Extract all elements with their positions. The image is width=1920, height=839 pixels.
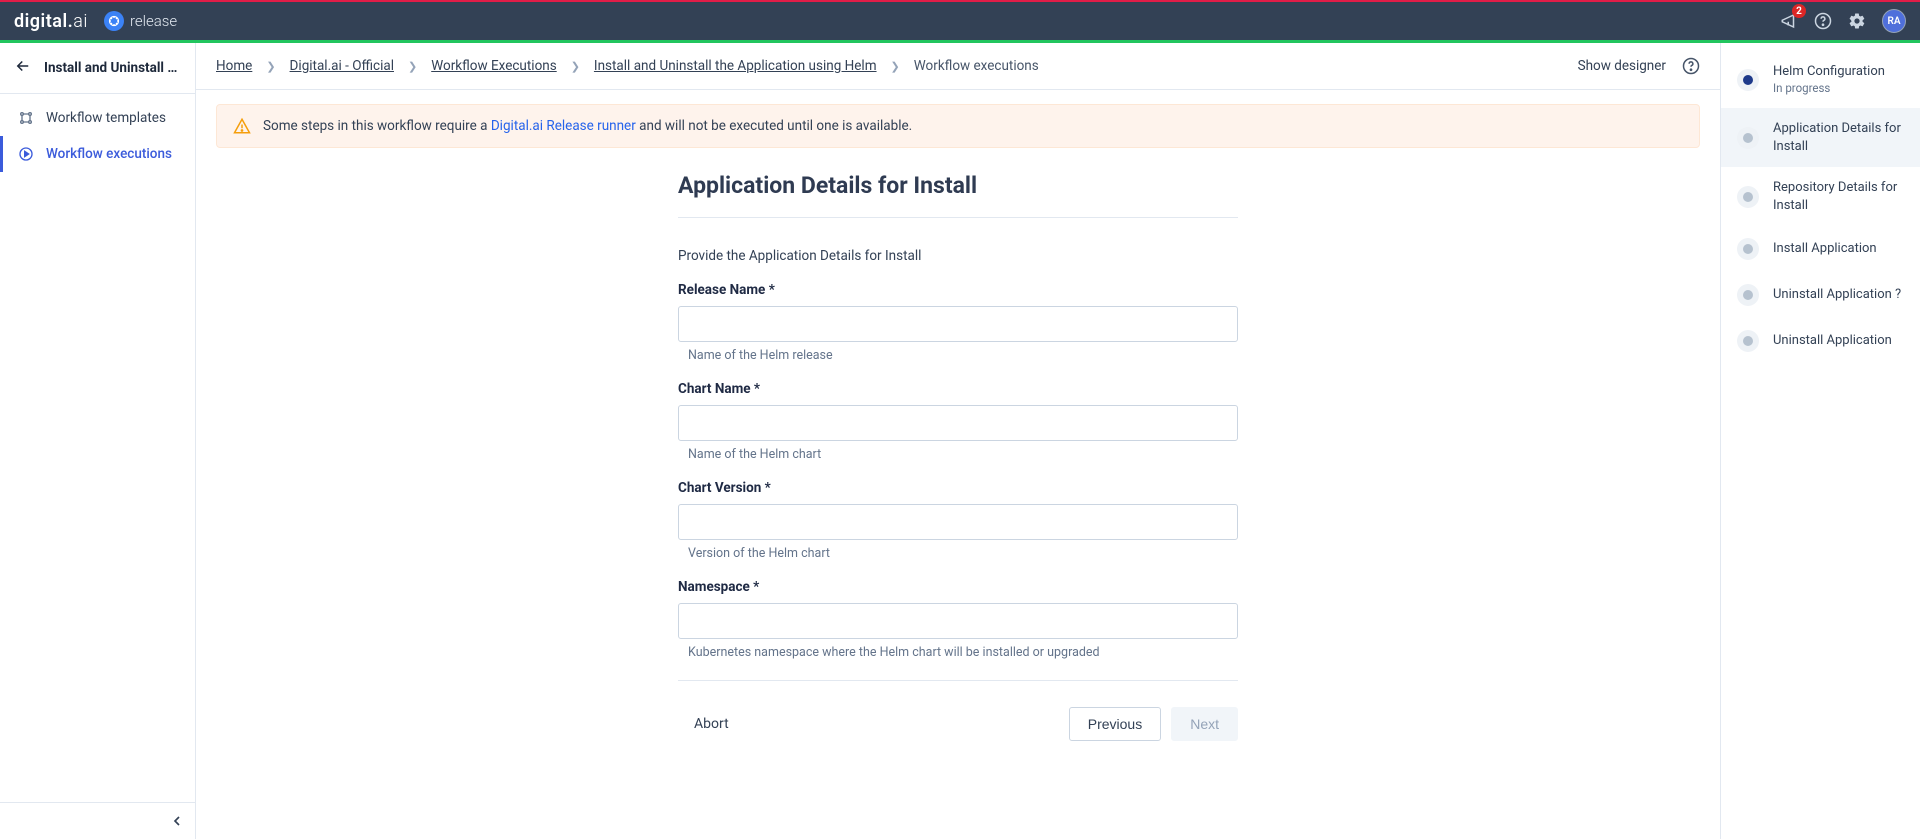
step-label: Uninstall Application ? bbox=[1773, 286, 1901, 304]
form-description: Provide the Application Details for Inst… bbox=[678, 248, 1238, 264]
previous-button[interactable]: Previous bbox=[1069, 707, 1161, 741]
field-label: Namespace * bbox=[678, 579, 1238, 595]
field-chart-version: Chart Version * Version of the Helm char… bbox=[678, 480, 1238, 561]
field-help: Name of the Helm release bbox=[678, 348, 1238, 363]
announcement-icon[interactable]: 2 bbox=[1780, 12, 1798, 30]
help-icon[interactable] bbox=[1814, 12, 1832, 30]
alert-text: Some steps in this workflow require a Di… bbox=[263, 118, 912, 134]
runner-alert: Some steps in this workflow require a Di… bbox=[216, 104, 1700, 148]
sidebar: Install and Uninstall th… Workflow templ… bbox=[0, 43, 196, 839]
steps-panel: Helm Configuration In progress Applicati… bbox=[1720, 43, 1920, 839]
step-dot-icon bbox=[1737, 186, 1759, 208]
sidebar-item-templates[interactable]: Workflow templates bbox=[0, 100, 195, 136]
product-chip: release bbox=[104, 11, 177, 31]
step-label: Helm Configuration In progress bbox=[1773, 63, 1885, 96]
chart-name-input[interactable] bbox=[678, 405, 1238, 441]
step-label: Repository Details for Install bbox=[1773, 179, 1904, 214]
step-dot-icon bbox=[1737, 284, 1759, 306]
topbar-actions: 2 RA bbox=[1780, 9, 1906, 33]
step-title: Helm Configuration bbox=[1773, 63, 1885, 81]
breadcrumb-official[interactable]: Digital.ai - Official bbox=[290, 58, 394, 74]
breadcrumb-workflow-exec[interactable]: Workflow Executions bbox=[431, 58, 556, 74]
field-label: Release Name * bbox=[678, 282, 1238, 298]
runner-link[interactable]: Digital.ai Release runner bbox=[491, 118, 636, 134]
warning-icon bbox=[233, 117, 251, 135]
alert-prefix: Some steps in this workflow require a bbox=[263, 118, 491, 134]
product-label: release bbox=[130, 12, 177, 30]
field-namespace: Namespace * Kubernetes namespace where t… bbox=[678, 579, 1238, 660]
product-icon bbox=[104, 11, 124, 31]
step-dot-icon bbox=[1737, 238, 1759, 260]
sidebar-item-label: Workflow templates bbox=[46, 110, 166, 126]
brand-text: digital.ai bbox=[14, 11, 88, 32]
field-label: Chart Name * bbox=[678, 381, 1238, 397]
step-dot-icon bbox=[1737, 69, 1759, 91]
step-app-details[interactable]: Application Details for Install bbox=[1721, 108, 1920, 167]
field-label: Chart Version * bbox=[678, 480, 1238, 496]
sidebar-collapse[interactable] bbox=[0, 802, 195, 839]
breadcrumb: Home ❯ Digital.ai - Official ❯ Workflow … bbox=[216, 58, 1039, 74]
namespace-input[interactable] bbox=[678, 603, 1238, 639]
templates-icon bbox=[18, 110, 34, 126]
chevron-left-icon bbox=[169, 813, 185, 829]
chevron-right-icon: ❯ bbox=[891, 60, 900, 73]
sidebar-item-executions[interactable]: Workflow executions bbox=[0, 136, 195, 172]
form-footer: Abort Previous Next bbox=[678, 680, 1238, 741]
show-designer-link[interactable]: Show designer bbox=[1578, 58, 1666, 74]
chevron-right-icon: ❯ bbox=[266, 60, 275, 73]
sidebar-title: Install and Uninstall th… bbox=[44, 60, 181, 76]
back-arrow-icon[interactable] bbox=[14, 57, 32, 79]
settings-icon[interactable] bbox=[1848, 12, 1866, 30]
chevron-right-icon: ❯ bbox=[408, 60, 417, 73]
abort-link[interactable]: Abort bbox=[678, 716, 729, 732]
step-install-app[interactable]: Install Application bbox=[1721, 226, 1920, 272]
next-button: Next bbox=[1171, 707, 1238, 741]
form-title: Application Details for Install bbox=[678, 172, 1238, 218]
step-helm-config[interactable]: Helm Configuration In progress bbox=[1721, 51, 1920, 108]
field-chart-name: Chart Name * Name of the Helm chart bbox=[678, 381, 1238, 462]
brand-logo: digital.ai bbox=[14, 11, 88, 32]
breadcrumb-home[interactable]: Home bbox=[216, 58, 252, 74]
step-dot-icon bbox=[1737, 330, 1759, 352]
release-name-input[interactable] bbox=[678, 306, 1238, 342]
sidebar-item-label: Workflow executions bbox=[46, 146, 172, 162]
step-repo-details[interactable]: Repository Details for Install bbox=[1721, 167, 1920, 226]
step-uninstall-q[interactable]: Uninstall Application ? bbox=[1721, 272, 1920, 318]
context-help-icon[interactable] bbox=[1682, 57, 1700, 75]
step-sub: In progress bbox=[1773, 81, 1885, 97]
user-avatar[interactable]: RA bbox=[1882, 9, 1906, 33]
breadcrumb-row: Home ❯ Digital.ai - Official ❯ Workflow … bbox=[196, 43, 1720, 90]
chevron-right-icon: ❯ bbox=[571, 60, 580, 73]
field-help: Version of the Helm chart bbox=[678, 546, 1238, 561]
step-label: Uninstall Application bbox=[1773, 332, 1892, 350]
step-dot-icon bbox=[1737, 127, 1759, 149]
step-uninstall-app[interactable]: Uninstall Application bbox=[1721, 318, 1920, 364]
breadcrumb-install-uninstall[interactable]: Install and Uninstall the Application us… bbox=[594, 58, 877, 74]
brand-block: digital.ai release bbox=[14, 11, 177, 32]
executions-icon bbox=[18, 146, 34, 162]
chart-version-input[interactable] bbox=[678, 504, 1238, 540]
field-help: Kubernetes namespace where the Helm char… bbox=[678, 645, 1238, 660]
notification-badge: 2 bbox=[1792, 4, 1806, 18]
field-release-name: Release Name * Name of the Helm release bbox=[678, 282, 1238, 363]
step-label: Application Details for Install bbox=[1773, 120, 1904, 155]
step-label: Install Application bbox=[1773, 240, 1877, 258]
sidebar-header: Install and Uninstall th… bbox=[0, 43, 195, 94]
breadcrumb-current: Workflow executions bbox=[914, 58, 1039, 74]
top-bar: digital.ai release 2 RA bbox=[0, 0, 1920, 40]
field-help: Name of the Helm chart bbox=[678, 447, 1238, 462]
alert-suffix: and will not be executed until one is av… bbox=[636, 118, 912, 134]
